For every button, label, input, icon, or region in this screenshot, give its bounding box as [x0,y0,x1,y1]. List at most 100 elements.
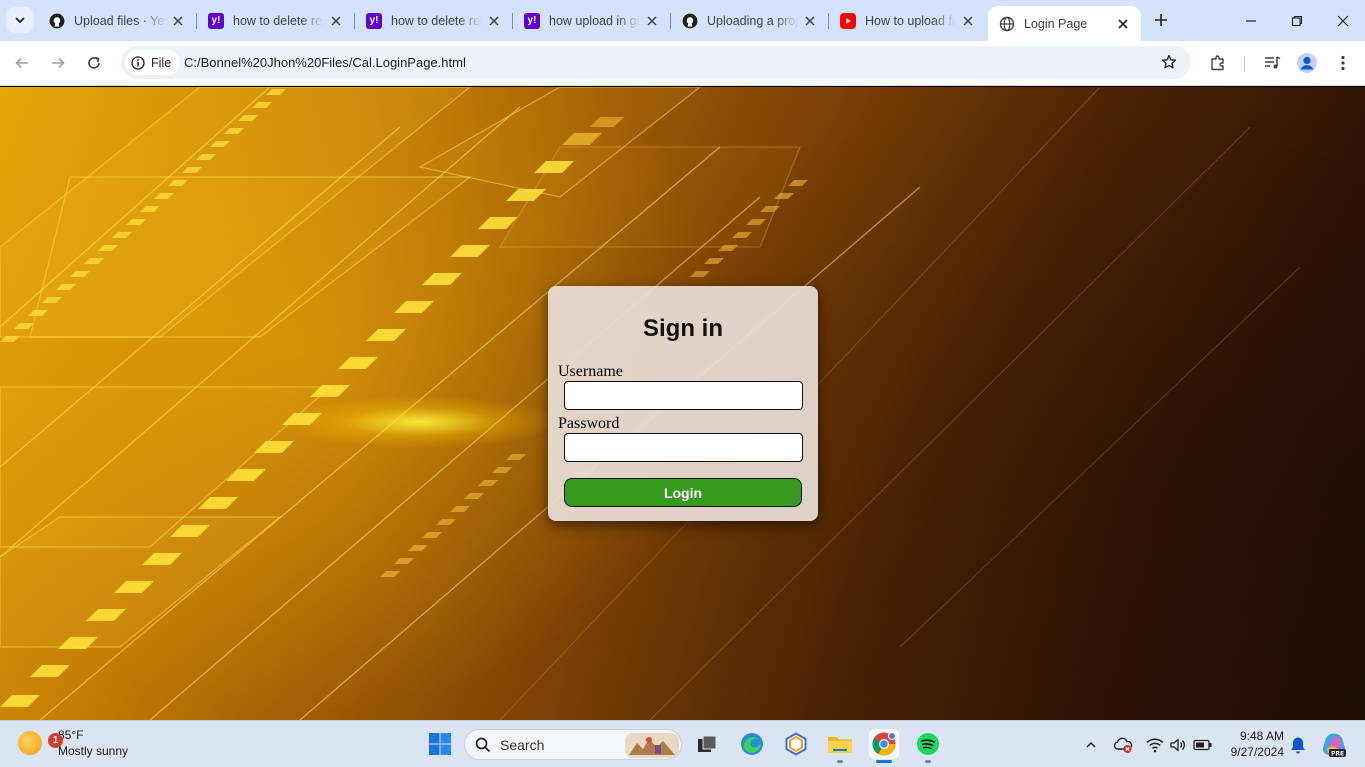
reload-icon [88,56,100,69]
clock-date: 9/27/2024 [1230,745,1284,759]
windows-icon [429,733,451,755]
file-explorer-button[interactable] [825,729,855,763]
app-hexagon-button[interactable] [781,729,811,759]
close-icon[interactable] [644,13,660,29]
login-button[interactable]: Login [564,478,802,507]
task-view-button[interactable] [692,729,722,759]
minimize-icon [1246,19,1256,22]
close-icon[interactable] [960,13,976,29]
yahoo-icon: y! [208,12,224,29]
tab-upload-files[interactable]: Upload files · Yeyy [38,6,197,35]
close-window-button[interactable] [1320,0,1365,41]
chrome-icon [872,732,896,756]
address-bar[interactable]: File C:/Bonnel%20Jhon%20Files/Cal.LoginP… [121,46,1191,79]
weather-text: 85°F Mostly sunny [58,727,128,759]
username-input[interactable] [564,381,803,410]
page-viewport: Sign in Username Password Login [0,87,1365,720]
extensions-icon[interactable] [1207,52,1229,74]
battery-icon[interactable] [1193,735,1213,755]
toolbar-separator [1244,56,1245,72]
tab-uploading-project[interactable]: Uploading a project [671,6,829,35]
active-indicator [876,760,892,763]
search-placeholder: Search [500,736,545,753]
show-hidden-icons-chevron[interactable] [1081,735,1101,755]
tab-title: how to delete repository [233,13,324,28]
tab-search-button[interactable] [6,7,34,33]
profile-avatar[interactable] [1296,52,1318,74]
new-tab-button[interactable] [1150,9,1172,31]
tab-title: how to delete repository [391,13,482,28]
password-label: Password [558,415,620,432]
weather-badge: 1 [48,733,63,748]
chevron-down-icon [15,17,25,24]
tab-how-to-delete-1[interactable]: y! how to delete repository [197,6,355,35]
clock-time: 9:48 AM [1239,729,1284,743]
close-icon [1337,15,1349,26]
chrome-button[interactable] [869,729,899,763]
globe-icon [999,16,1015,32]
tab-title: Login Page [1024,16,1088,31]
login-title: Sign in [643,315,723,342]
tab-title: How to upload files [865,13,956,28]
arrow-right-icon [52,57,65,69]
spotify-button[interactable] [913,729,943,763]
wifi-icon[interactable] [1145,735,1165,755]
weather-widget[interactable]: 1 85°F Mostly sunny [18,727,128,759]
running-indicator [925,760,931,763]
minimize-button[interactable] [1228,0,1274,41]
close-icon[interactable] [802,13,818,29]
taskbar-search[interactable]: Search [464,729,682,760]
edge-icon [741,733,763,755]
tab-how-upload[interactable]: y! how upload in github [513,6,671,35]
tab-how-to-delete-2[interactable]: y! how to delete repository [355,6,513,35]
info-icon [131,55,145,70]
forward-button[interactable] [43,48,73,78]
task-view-icon [698,735,717,752]
notification-bell-icon[interactable] [1288,735,1308,755]
youtube-icon [840,12,856,29]
start-button[interactable] [425,729,455,759]
github-icon [682,12,698,29]
spotify-icon [917,733,939,755]
browser-toolbar: File C:/Bonnel%20Jhon%20Files/Cal.LoginP… [0,41,1365,86]
onedrive-error-icon[interactable] [1113,735,1133,755]
reload-button[interactable] [79,48,109,78]
bookmark-star-icon[interactable] [1161,54,1177,73]
edge-button[interactable] [737,729,767,759]
tab-login-page[interactable]: Login Page [988,6,1141,41]
media-control-icon[interactable] [1261,52,1283,74]
plus-icon [1155,14,1167,26]
copilot-icon[interactable]: PRE [1321,732,1347,758]
yahoo-icon: y! [524,12,540,29]
url-text[interactable]: C:/Bonnel%20Jhon%20Files/Cal.LoginPage.h… [184,55,466,70]
tab-how-to-upload-youtube[interactable]: How to upload files [829,6,986,35]
yahoo-icon: y! [366,12,382,29]
weather-sun-icon [18,731,42,755]
close-icon[interactable] [170,13,186,29]
arrow-left-icon [15,57,28,69]
tab-title: how upload in github [549,13,640,28]
more-menu-icon[interactable] [1332,52,1354,74]
close-icon[interactable] [328,13,344,29]
github-icon [49,12,65,29]
taskbar-clock[interactable]: 9:48 AM 9/27/2024 [1222,728,1284,760]
password-input[interactable] [564,433,803,462]
tab-title: Upload files · Yeyy [74,13,166,28]
username-label: Username [558,363,623,380]
search-highlight-image [625,733,679,758]
restore-button[interactable] [1274,0,1320,41]
tab-strip: Upload files · Yeyy y! how to delete rep… [0,0,1365,41]
weather-temp: 85°F [58,728,84,742]
scheme-label: File [151,55,172,70]
search-icon [475,737,491,752]
close-icon[interactable] [486,13,502,29]
running-indicator [837,760,843,763]
site-info-chip[interactable]: File [125,50,181,75]
close-icon[interactable] [1115,16,1131,32]
taskbar: 1 85°F Mostly sunny Search 9:48 AM 9/27/… [0,720,1365,767]
svg-text:PRE: PRE [1331,751,1344,758]
volume-icon[interactable] [1168,735,1188,755]
hexagon-app-icon [785,732,807,756]
weather-condition: Mostly sunny [58,744,129,758]
back-button[interactable] [7,48,37,78]
